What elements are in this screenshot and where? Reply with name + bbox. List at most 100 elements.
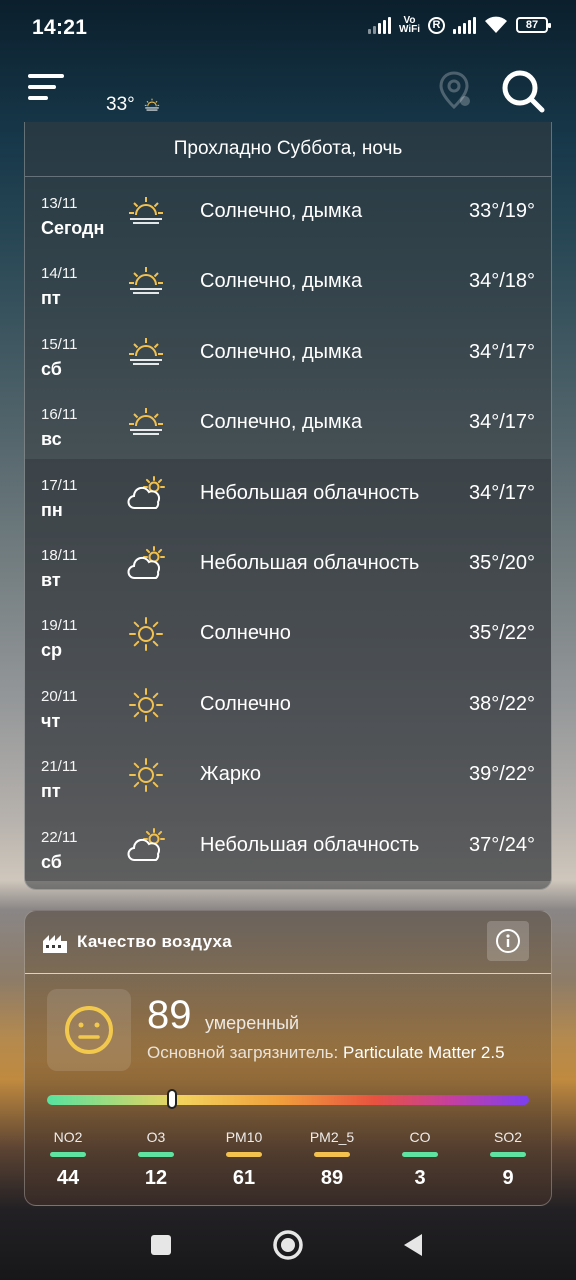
air-quality-title: Качество воздуха [77, 932, 233, 951]
status-time: 14:21 [32, 16, 88, 39]
pollutant-item: CO 3 [385, 1129, 455, 1190]
pollutant-name: SO2 [493, 1129, 522, 1145]
forecast-card: Прохладно Суббота, ночь 13/11 Сегодн Сол… [24, 122, 552, 890]
forecast-row[interactable]: 16/11 вс Солнечно, дымка 34°/17° [25, 388, 551, 458]
forecast-row[interactable]: 21/11 пт Жарко 39°/22° [25, 740, 551, 811]
search-button[interactable] [500, 68, 546, 114]
roaming-icon: R [428, 16, 445, 34]
forecast-temps: 39°/22° [468, 763, 535, 786]
pollutant-level-bar [402, 1152, 438, 1157]
wifi-icon [485, 16, 507, 33]
forecast-day: сб [41, 358, 62, 379]
forecast-temps: 34°/18° [468, 270, 535, 293]
forecast-condition: Солнечно, дымка [200, 270, 363, 293]
forecast-condition: Небольшая облачность [200, 481, 420, 504]
forecast-row[interactable]: 14/11 пт Солнечно, дымка 34°/18° [25, 247, 551, 317]
forecast-date: 20/11 [41, 687, 78, 705]
location-pin-icon [439, 71, 470, 110]
aqi-scale-bar [47, 1089, 529, 1109]
pollutant-name: NO2 [53, 1129, 83, 1145]
pollutant-name: PM2_5 [309, 1129, 355, 1145]
pollutant-item: PM10 61 [209, 1129, 279, 1190]
forecast-date: 14/11 [41, 265, 78, 283]
pollutant-value: 89 [320, 1167, 344, 1189]
air-quality-header: Качество воздуха [25, 911, 551, 974]
forecast-row[interactable]: 13/11 Сегодн Солнечно, дымка 33°/19° [25, 177, 551, 247]
forecast-date: 13/11 [41, 195, 78, 212]
forecast-date: 21/11 [41, 758, 78, 776]
forecast-row[interactable]: 22/11 сб Небольшая облачность 37°/24° [25, 810, 551, 881]
home-circle-icon [273, 1230, 303, 1260]
forecast-condition: Солнечно [200, 622, 291, 645]
back-button[interactable] [402, 1233, 424, 1257]
pollutant-value: 61 [232, 1167, 256, 1189]
forecast-date: 16/11 [41, 406, 78, 424]
location-button[interactable] [436, 70, 472, 110]
forecast-date: 18/11 [41, 546, 78, 564]
pollutant-item: NO2 44 [33, 1129, 103, 1190]
neutral-face-icon [65, 1006, 113, 1054]
current-weather: 33° [106, 94, 163, 116]
forecast-day: вт [41, 569, 61, 590]
menu-button[interactable] [28, 72, 68, 104]
sun-haze-icon [144, 98, 159, 111]
current-temp: 33° [106, 94, 135, 115]
forecast-row[interactable]: 15/11 сб Солнечно, дымка 34°/17° [25, 318, 551, 388]
main-pollutant: Основной загрязнитель: Particulate Matte… [147, 1043, 505, 1063]
forecast-date: 22/11 [41, 828, 78, 846]
pollutant-level-bar [314, 1152, 350, 1157]
forecast-day: ср [41, 640, 63, 661]
pollutant-name: CO [409, 1129, 431, 1145]
forecast-row[interactable]: 17/11 пн Небольшая облачность 34°/17° [25, 458, 551, 529]
status-icons: Vo WiFi R 87 [367, 16, 551, 35]
forecast-condition: Солнечно, дымка [200, 411, 363, 434]
pollutant-value: 44 [56, 1167, 80, 1189]
home-button[interactable] [272, 1229, 304, 1261]
forecast-row[interactable]: 20/11 чт Солнечно 38°/22° [25, 669, 551, 741]
info-button[interactable] [487, 921, 529, 961]
forecast-condition: Жарко [200, 763, 262, 786]
aqi-scale-marker [167, 1089, 178, 1109]
forecast-condition: Небольшая облачность [200, 833, 420, 856]
pollutant-value: 12 [144, 1167, 168, 1189]
forecast-day: пн [41, 499, 63, 520]
forecast-date: 15/11 [41, 335, 78, 353]
forecast-date: 17/11 [41, 476, 78, 494]
sun-haze-icon [129, 197, 163, 224]
status-bar: 14:21 Vo WiFi R 87 [0, 0, 576, 58]
forecast-temps: 34°/17° [468, 481, 535, 504]
forecast-temps: 34°/17° [468, 340, 535, 363]
sun-icon [129, 758, 163, 793]
forecast-temps: 35°/22° [468, 622, 535, 645]
forecast-row[interactable]: 18/11 вт Небольшая облачность 35°/20° [25, 528, 551, 600]
info-icon [496, 929, 520, 953]
pollutant-level-bar [490, 1152, 526, 1157]
air-quality-card[interactable]: Качество воздуха 89 умеренный Основной з… [24, 910, 552, 1206]
battery-icon: 87 [516, 17, 551, 33]
recents-button[interactable] [150, 1234, 172, 1256]
system-nav-bar [0, 1210, 576, 1280]
main-pollutant-value: Particulate Matter 2.5 [342, 1043, 505, 1062]
sun-haze-icon [129, 337, 163, 365]
forecast-day: Сегодн [41, 218, 105, 238]
sun-haze-icon [129, 267, 163, 295]
forecast-condition: Солнечно, дымка [200, 340, 363, 363]
forecast-temps: 37°/24° [468, 833, 535, 856]
pollutant-item: O3 12 [121, 1129, 191, 1190]
forecast-day: сб [41, 851, 62, 872]
forecast-temps: 34°/17° [468, 411, 535, 434]
pollutant-level-bar [226, 1152, 262, 1157]
pollutant-item: SO2 9 [473, 1129, 543, 1190]
forecast-date: 19/11 [41, 617, 78, 635]
cell-signal-icon [367, 16, 391, 34]
aqi-level: умеренный [205, 1013, 300, 1033]
forecast-day: пт [41, 288, 61, 309]
forecast-row[interactable]: 19/11 ср Солнечно 35°/22° [25, 599, 551, 670]
forecast-condition: Небольшая облачность [200, 551, 420, 574]
forecast-temps: 38°/22° [468, 692, 535, 715]
forecast-temps: 35°/20° [468, 551, 535, 574]
pollutant-list: NO2 44 O3 12 PM10 61 PM2_5 89 CO 3 SO2 9 [25, 1129, 551, 1199]
forecast-header: Прохладно Суббота, ночь [25, 122, 551, 177]
pollutant-name: PM10 [225, 1129, 263, 1145]
pollutant-value: 3 [414, 1167, 426, 1189]
